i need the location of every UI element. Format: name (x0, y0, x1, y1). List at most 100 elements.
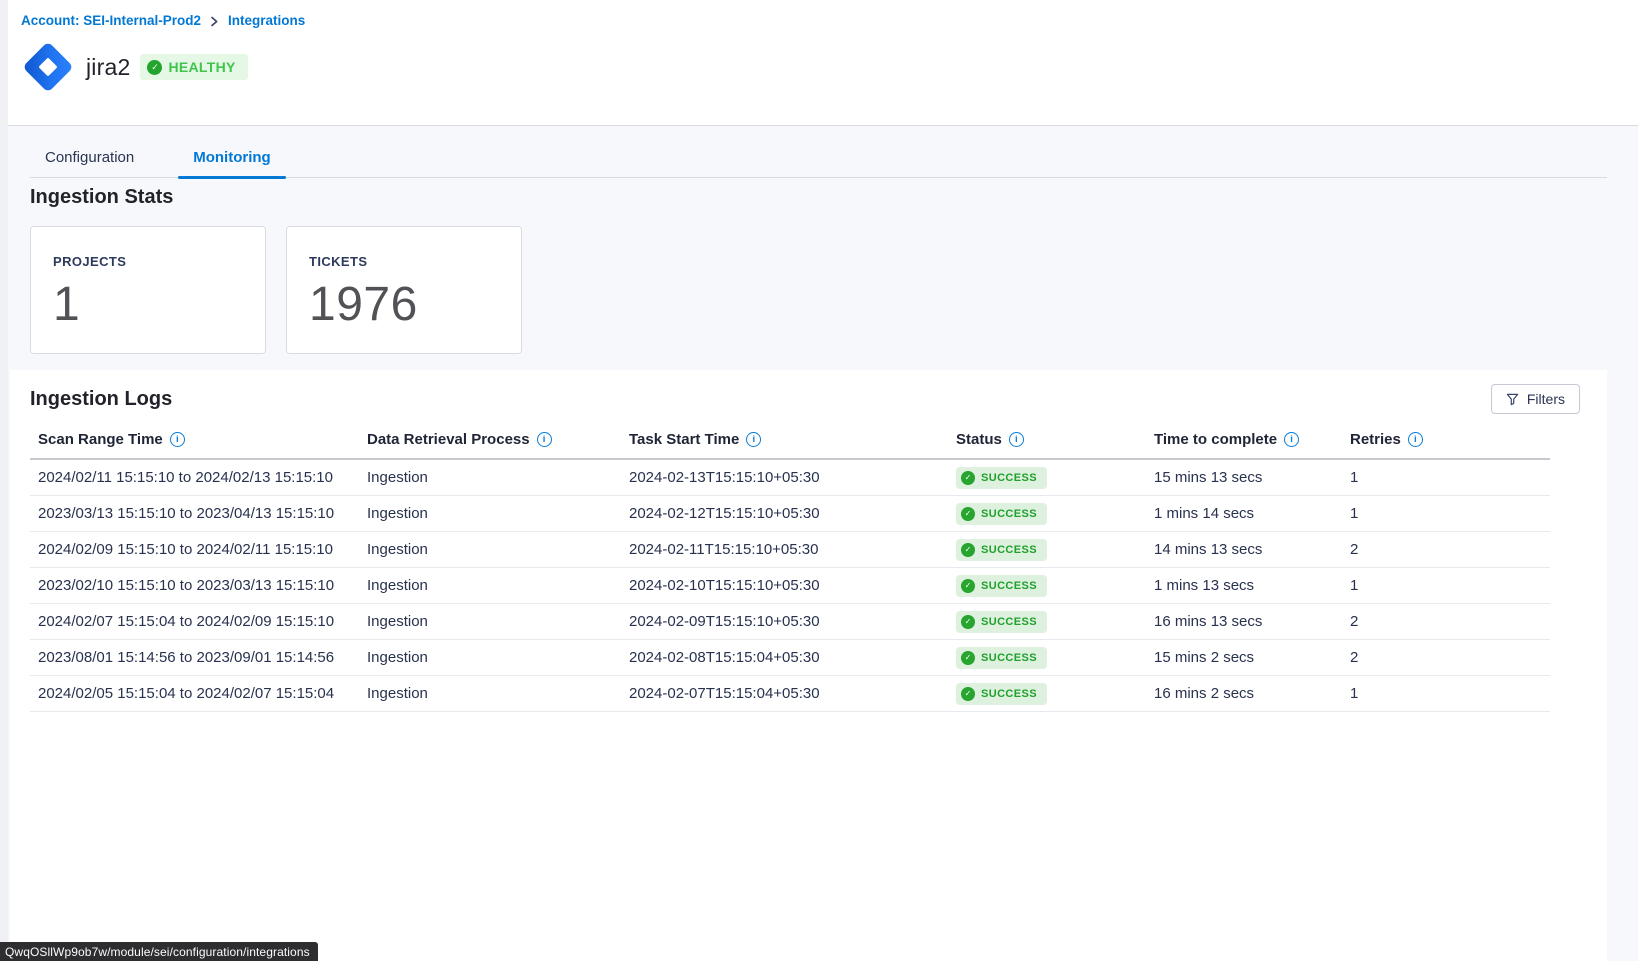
tab-bar: Configuration Monitoring (30, 137, 1607, 178)
cell-task-start: 2024-02-11T15:15:10+05:30 (629, 541, 956, 558)
cell-status: ✓ SUCCESS (956, 683, 1154, 705)
tab-monitoring[interactable]: Monitoring (178, 137, 285, 177)
cell-process: Ingestion (367, 649, 629, 666)
cell-retries: 2 (1350, 541, 1550, 558)
filter-funnel-icon (1506, 393, 1519, 406)
stat-card-tickets: TICKETS 1976 (286, 226, 522, 354)
column-header-retries: Retriesi (1350, 431, 1550, 448)
filters-button-label: Filters (1527, 391, 1565, 407)
page-header: Account: SEI-Internal-Prod2 Integrations (0, 0, 1638, 126)
stat-card-projects: PROJECTS 1 (30, 226, 266, 354)
cell-task-start: 2024-02-13T15:15:10+05:30 (629, 469, 956, 486)
table-row[interactable]: 2023/03/13 15:15:10 to 2023/04/13 15:15:… (30, 496, 1550, 532)
status-badge: ✓ SUCCESS (956, 683, 1047, 705)
cell-retries: 1 (1350, 469, 1550, 486)
check-circle-icon: ✓ (961, 471, 975, 485)
info-icon[interactable]: i (1284, 432, 1299, 447)
cell-retries: 2 (1350, 613, 1550, 630)
cell-task-start: 2024-02-09T15:15:10+05:30 (629, 613, 956, 630)
status-badge: ✓ SUCCESS (956, 503, 1047, 525)
ingestion-logs-body: 2024/02/11 15:15:10 to 2024/02/13 15:15:… (30, 460, 1550, 712)
ingestion-logs-title: Ingestion Logs (30, 388, 172, 411)
cell-process: Ingestion (367, 613, 629, 630)
check-circle-icon: ✓ (147, 60, 162, 75)
cell-status: ✓ SUCCESS (956, 503, 1154, 525)
check-circle-icon: ✓ (961, 615, 975, 629)
info-icon[interactable]: i (1009, 432, 1024, 447)
cell-status: ✓ SUCCESS (956, 467, 1154, 489)
cell-process: Ingestion (367, 469, 629, 486)
cell-status: ✓ SUCCESS (956, 575, 1154, 597)
cell-scan-range: 2024/02/09 15:15:10 to 2024/02/11 15:15:… (38, 541, 367, 558)
status-badge: ✓ SUCCESS (956, 539, 1047, 561)
stat-value: 1976 (309, 277, 499, 332)
cell-scan-range: 2023/03/13 15:15:10 to 2023/04/13 15:15:… (38, 505, 367, 522)
cell-process: Ingestion (367, 541, 629, 558)
cell-task-start: 2024-02-12T15:15:10+05:30 (629, 505, 956, 522)
table-row[interactable]: 2024/02/07 15:15:04 to 2024/02/09 15:15:… (30, 604, 1550, 640)
integration-title-row: jira2 ✓ HEALTHY (20, 39, 248, 95)
check-circle-icon: ✓ (961, 651, 975, 665)
tab-configuration[interactable]: Configuration (30, 137, 149, 177)
cell-time-to-complete: 16 mins 13 secs (1154, 613, 1350, 630)
cell-time-to-complete: 1 mins 13 secs (1154, 577, 1350, 594)
health-badge-label: HEALTHY (168, 59, 235, 75)
ingestion-logs-table: Scan Range Timei Data Retrieval Processi… (30, 420, 1550, 712)
stat-label: PROJECTS (53, 254, 243, 269)
check-circle-icon: ✓ (961, 543, 975, 557)
check-circle-icon: ✓ (961, 687, 975, 701)
ingestion-stats-title: Ingestion Stats (30, 186, 173, 209)
breadcrumb-account-link[interactable]: Account: SEI-Internal-Prod2 (21, 13, 201, 28)
table-row[interactable]: 2024/02/05 15:15:04 to 2024/02/07 15:15:… (30, 676, 1550, 712)
cell-scan-range: 2023/08/01 15:14:56 to 2023/09/01 15:14:… (38, 649, 367, 666)
table-row[interactable]: 2023/08/01 15:14:56 to 2023/09/01 15:14:… (30, 640, 1550, 676)
info-icon[interactable]: i (170, 432, 185, 447)
table-header-row: Scan Range Timei Data Retrieval Processi… (30, 420, 1550, 460)
cell-status: ✓ SUCCESS (956, 539, 1154, 561)
table-row[interactable]: 2024/02/11 15:15:10 to 2024/02/13 15:15:… (30, 460, 1550, 496)
info-icon[interactable]: i (746, 432, 761, 447)
cell-process: Ingestion (367, 685, 629, 702)
cell-task-start: 2024-02-08T15:15:04+05:30 (629, 649, 956, 666)
info-icon[interactable]: i (537, 432, 552, 447)
cell-retries: 1 (1350, 577, 1550, 594)
chevron-right-icon (210, 16, 219, 27)
check-circle-icon: ✓ (961, 507, 975, 521)
link-status-tooltip: QwqOSllWp9ob7w/module/sei/configuration/… (0, 942, 318, 961)
cell-scan-range: 2023/02/10 15:15:10 to 2023/03/13 15:15:… (38, 577, 367, 594)
status-badge: ✓ SUCCESS (956, 575, 1047, 597)
status-badge: ✓ SUCCESS (956, 467, 1047, 489)
info-icon[interactable]: i (1408, 432, 1423, 447)
jira-logo-icon (20, 39, 76, 95)
cell-time-to-complete: 14 mins 13 secs (1154, 541, 1350, 558)
table-row[interactable]: 2023/02/10 15:15:10 to 2023/03/13 15:15:… (30, 568, 1550, 604)
stat-value: 1 (53, 277, 243, 332)
status-badge: ✓ SUCCESS (956, 611, 1047, 633)
cell-scan-range: 2024/02/05 15:15:04 to 2024/02/07 15:15:… (38, 685, 367, 702)
table-row[interactable]: 2024/02/09 15:15:10 to 2024/02/11 15:15:… (30, 532, 1550, 568)
cell-scan-range: 2024/02/11 15:15:10 to 2024/02/13 15:15:… (38, 469, 367, 486)
cell-time-to-complete: 15 mins 13 secs (1154, 469, 1350, 486)
status-badge: ✓ SUCCESS (956, 647, 1047, 669)
cell-status: ✓ SUCCESS (956, 611, 1154, 633)
filters-button[interactable]: Filters (1491, 384, 1580, 414)
cell-retries: 1 (1350, 505, 1550, 522)
column-header-status: Statusi (956, 431, 1154, 448)
cell-time-to-complete: 1 mins 14 secs (1154, 505, 1350, 522)
ingestion-logs-panel: Ingestion Logs Filters Scan Range Timei … (10, 370, 1607, 961)
check-circle-icon: ✓ (961, 579, 975, 593)
cell-time-to-complete: 15 mins 2 secs (1154, 649, 1350, 666)
cell-retries: 2 (1350, 649, 1550, 666)
nav-edge (0, 0, 8, 961)
breadcrumb: Account: SEI-Internal-Prod2 Integrations (21, 13, 305, 28)
cell-process: Ingestion (367, 577, 629, 594)
cell-task-start: 2024-02-07T15:15:04+05:30 (629, 685, 956, 702)
cell-process: Ingestion (367, 505, 629, 522)
breadcrumb-integrations-link[interactable]: Integrations (228, 13, 305, 28)
stat-label: TICKETS (309, 254, 499, 269)
column-header-scan-range: Scan Range Timei (38, 431, 367, 448)
cell-status: ✓ SUCCESS (956, 647, 1154, 669)
cell-scan-range: 2024/02/07 15:15:04 to 2024/02/09 15:15:… (38, 613, 367, 630)
health-status-badge: ✓ HEALTHY (140, 54, 247, 80)
column-header-process: Data Retrieval Processi (367, 431, 629, 448)
